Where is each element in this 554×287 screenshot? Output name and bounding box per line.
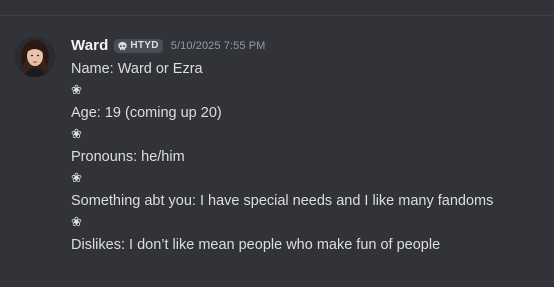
- message-line-dislikes: Dislikes: I don’t like mean people who m…: [71, 237, 441, 253]
- username[interactable]: Ward: [71, 36, 108, 56]
- message-body: Name: Ward or Ezra ❀ Age: 19 (coming up …: [71, 58, 546, 256]
- message-line-age: Age: 19 (coming up 20): [71, 105, 222, 121]
- avatar-portrait-image: [15, 37, 55, 77]
- message-line-about: Something abt you: I have special needs …: [71, 193, 494, 209]
- bottom-divider: [0, 281, 554, 282]
- message-line-pronouns: Pronouns: he/him: [71, 149, 185, 165]
- flower-separator: ❀: [71, 171, 82, 186]
- timestamp[interactable]: 5/10/2025 7:55 PM: [171, 36, 266, 56]
- server-tag-badge[interactable]: HTYD: [114, 39, 163, 53]
- message-line-name: Name: Ward or Ezra: [71, 61, 203, 77]
- message-header: Ward HTYD 5/10/2025 7:55 PM: [71, 36, 546, 56]
- avatar[interactable]: [15, 37, 55, 77]
- skull-icon: [118, 41, 127, 50]
- flower-separator: ❀: [71, 215, 82, 230]
- flower-separator: ❀: [71, 127, 82, 142]
- flower-separator: ❀: [71, 83, 82, 98]
- chat-message[interactable]: Ward HTYD 5/10/2025 7:55 PM Name: Ward o…: [0, 16, 554, 281]
- server-tag-label: HTYD: [130, 40, 159, 51]
- message-content: Ward HTYD 5/10/2025 7:55 PM Name: Ward o…: [71, 36, 546, 256]
